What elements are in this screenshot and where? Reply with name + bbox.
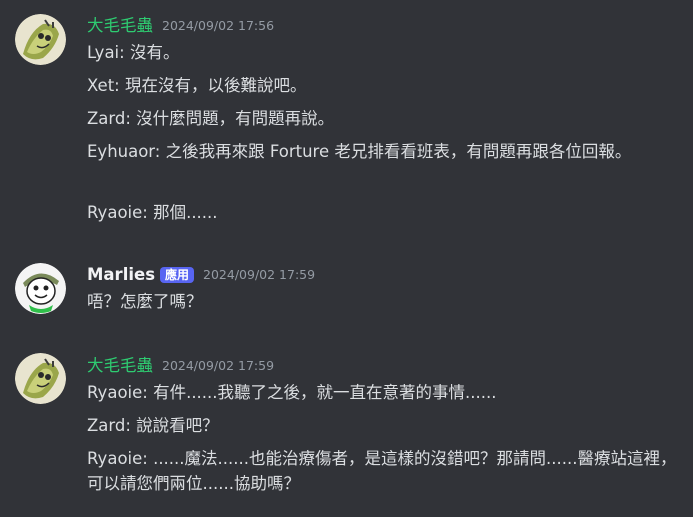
username[interactable]: Marlies — [87, 264, 155, 286]
message-header: 大毛毛蟲 2024/09/02 17:59 — [87, 355, 274, 377]
app-badge: 應用 — [160, 267, 195, 283]
caterpillar-avatar-icon[interactable] — [15, 353, 66, 404]
caterpillar-avatar-icon[interactable] — [15, 14, 66, 65]
message-header: Marlies 應用 2024/09/02 17:59 — [87, 264, 315, 286]
timestamp: 2024/09/02 17:59 — [162, 358, 275, 373]
message-header: 大毛毛蟲 2024/09/02 17:56 — [87, 15, 274, 37]
message-text: Ryaoie: ......魔法......也能治療傷者，是這樣的沒錯吧？那請問… — [87, 449, 677, 493]
timestamp: 2024/09/02 17:59 — [203, 267, 316, 282]
message-text: Lyai: 沒有。 — [87, 43, 180, 62]
message-text: Ryaoie: 那個...... — [87, 203, 218, 222]
marlies-avatar-icon[interactable] — [15, 263, 66, 314]
message-text: Zard: 沒什麼問題，有問題再說。 — [87, 109, 335, 128]
timestamp: 2024/09/02 17:56 — [162, 18, 275, 33]
username[interactable]: 大毛毛蟲 — [87, 355, 153, 377]
message-text: Ryaoie: 有件......我聽了之後，就一直在意著的事情...... — [87, 383, 497, 402]
message-text: 唔？怎麼了嗎？ — [87, 292, 203, 311]
message-text: Xet: 現在沒有，以後難說吧。 — [87, 76, 307, 95]
message-text: Zard: 說說看吧？ — [87, 416, 219, 435]
username[interactable]: 大毛毛蟲 — [87, 15, 153, 37]
message-text: Eyhuaor: 之後我再來跟 Forture 老兄排看看班表，有問題再跟各位回… — [87, 142, 632, 161]
